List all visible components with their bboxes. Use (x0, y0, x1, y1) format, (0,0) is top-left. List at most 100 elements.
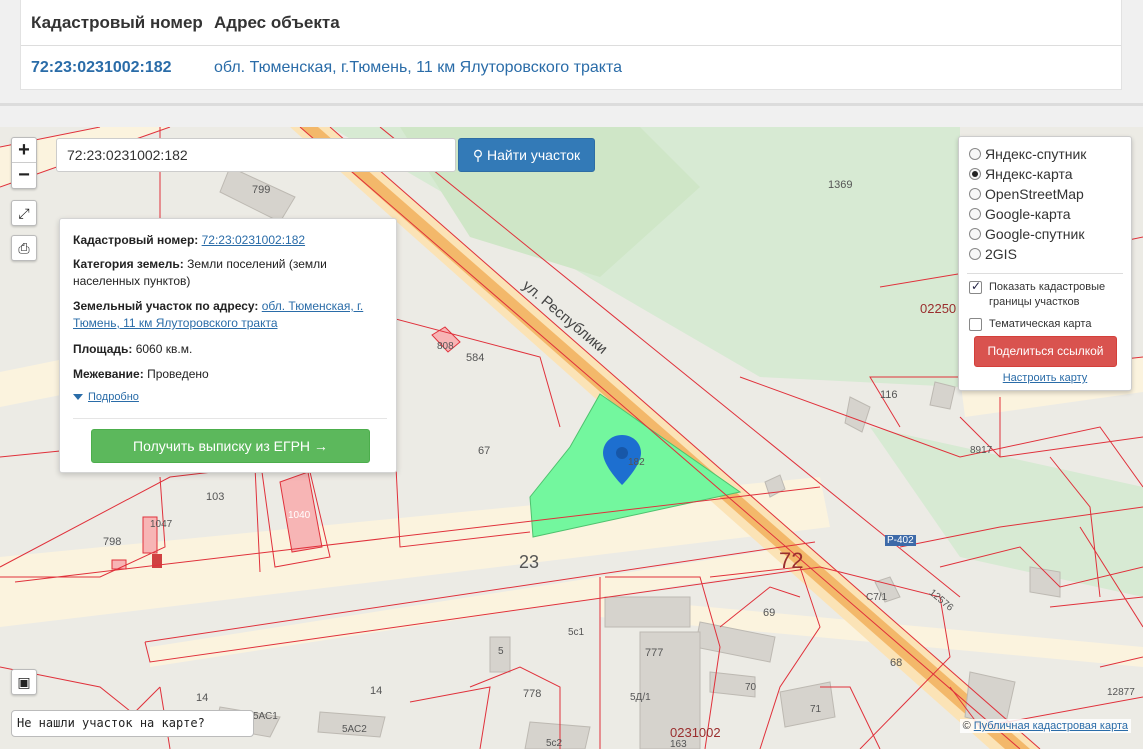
pin-label: 182 (628, 457, 645, 468)
zoom-out-button[interactable]: − (12, 163, 36, 188)
details-link[interactable]: Подробно (73, 391, 139, 403)
layer-label: Google-спутник (985, 226, 1085, 242)
map-label: 5АС1 (253, 711, 278, 722)
get-egrn-extract-button[interactable]: Получить выписку из ЕГРН → (91, 429, 370, 463)
info-survey-label: Межевание: (73, 367, 144, 381)
header-cadastral-number: Кадастровый номер (31, 13, 203, 32)
configure-map-label: Настроить карту (1002, 372, 1088, 384)
map-label: 12877 (1107, 687, 1135, 698)
fullscreen-button[interactable]: ⤢ (11, 200, 37, 226)
map-label: 8917 (970, 445, 993, 456)
radio-selected-icon (969, 168, 981, 180)
map-label: 1047 (150, 519, 173, 530)
info-category-label: Категория земель: (73, 257, 184, 271)
map-attribution: © Публичная кадастровая карта (959, 719, 1131, 733)
search-input[interactable] (56, 138, 456, 172)
info-address: Земельный участок по адресу: обл. Тюменс… (73, 298, 382, 332)
map-label: 103 (206, 491, 225, 503)
not-found-button[interactable]: Не нашли участок на карте? (11, 710, 254, 737)
map-label: 808 (437, 341, 454, 352)
layer-option-yandex-satellite[interactable]: Яндекс-спутник (969, 145, 1086, 163)
layer-option-osm[interactable]: OpenStreetMap (969, 185, 1084, 203)
map-label: 777 (645, 647, 664, 659)
layers-divider (967, 273, 1123, 274)
layer-label: OpenStreetMap (985, 186, 1084, 202)
map-label: 23 (519, 552, 540, 572)
ruler-icon: ▣ (17, 674, 31, 690)
map-label: 67 (478, 445, 491, 457)
show-borders-checkbox[interactable]: Показать кадастровые границы участков (969, 279, 1119, 310)
zoom-in-button[interactable]: + (12, 138, 36, 163)
info-address-label: Земельный участок по адресу: (73, 299, 259, 313)
map-label: 163 (670, 739, 687, 749)
map-view[interactable]: 799 1369 584 808 67 103 798 1047 1040 11… (0, 127, 1143, 749)
layer-label: 2GIS (985, 246, 1017, 262)
configure-map-link[interactable]: Настроить карту (959, 372, 1131, 384)
header-divider (21, 45, 1121, 46)
info-area-label: Площадь: (73, 342, 133, 356)
ruler-button[interactable]: ▣ (11, 669, 37, 695)
map-label: 5с2 (546, 738, 563, 749)
map-label: 68 (890, 657, 903, 669)
map-label: 5 (498, 646, 504, 657)
radio-icon (969, 228, 981, 240)
result-table: Кадастровый номер Адрес объекта 72:23:02… (20, 0, 1122, 90)
map-label: 798 (103, 536, 122, 548)
checkbox-checked-icon (969, 279, 982, 294)
info-cadastral: Кадастровый номер: 72:23:0231002:182 (73, 232, 382, 249)
map-label: 69 (763, 607, 776, 619)
result-panel: Кадастровый номер Адрес объекта 72:23:02… (0, 0, 1143, 127)
row-cadastral-number-link[interactable]: 72:23:0231002:182 (31, 59, 172, 77)
layer-option-yandex-map[interactable]: Яндекс-карта (969, 165, 1072, 183)
copyright-icon: © (962, 720, 971, 732)
parcel-info-popup: Кадастровый номер: 72:23:0231002:182 Кат… (59, 218, 397, 473)
info-area-value: 6060 кв.м. (135, 342, 193, 356)
map-label: 70 (745, 682, 757, 693)
layer-label: Яндекс-карта (985, 166, 1073, 182)
expand-icon: ⤢ (18, 205, 30, 221)
public-cadastral-map-link[interactable]: Публичная кадастровая карта (974, 720, 1128, 732)
map-label: 799 (252, 184, 271, 196)
panel-divider (0, 103, 1143, 106)
radio-icon (969, 208, 981, 220)
info-survey: Межевание: Проведено (73, 366, 382, 383)
printer-icon: ⎙ (18, 240, 30, 256)
find-parcel-button[interactable]: ⚲ Найти участок (458, 138, 595, 172)
map-label: 1040 (288, 510, 311, 521)
print-button[interactable]: ⎙ (11, 235, 37, 261)
info-area: Площадь: 6060 кв.м. (73, 341, 382, 358)
layer-option-google-satellite[interactable]: Google-спутник (969, 225, 1084, 243)
map-label: 1369 (828, 179, 853, 191)
info-cadastral-label: Кадастровый номер: (73, 233, 199, 247)
map-label: 116 (880, 389, 898, 401)
layer-label: Яндекс-спутник (985, 146, 1087, 162)
info-cadastral-link[interactable]: 72:23:0231002:182 (202, 233, 305, 247)
radio-icon (969, 188, 981, 200)
layer-label: Google-карта (985, 206, 1071, 222)
header-object-address: Адрес объекта (214, 13, 340, 32)
map-label: 778 (523, 688, 542, 700)
row-address-link[interactable]: обл. Тюменская, г.Тюмень, 11 км Ялуторов… (214, 59, 622, 77)
layer-option-2gis[interactable]: 2GIS (969, 245, 1017, 263)
map-label: 584 (466, 352, 485, 364)
info-divider (73, 418, 387, 419)
share-link-button[interactable]: Поделиться ссылкой (974, 336, 1117, 367)
layer-switcher: Яндекс-спутник Яндекс-карта OpenStreetMa… (958, 136, 1132, 391)
highway-badge: Р-402 (885, 535, 916, 546)
show-borders-label: Показать кадастровые границы участков (989, 281, 1106, 308)
search-icon: ⚲ (472, 147, 484, 163)
map-label: С7/1 (866, 592, 888, 603)
info-category: Категория земель: Земли поселений (земли… (73, 256, 382, 290)
zoom-control: + − (11, 137, 37, 189)
map-label: 72 (779, 548, 804, 573)
map-label: 02250 (920, 301, 957, 316)
map-label: 71 (810, 704, 822, 715)
layer-option-google-map[interactable]: Google-карта (969, 205, 1071, 223)
map-label: 14 (196, 692, 209, 704)
thematic-map-checkbox[interactable]: Тематическая карта (969, 317, 1119, 332)
map-label: 0231002 (670, 725, 721, 740)
info-survey-value: Проведено (147, 367, 209, 381)
checkbox-icon (969, 318, 982, 331)
details-label: Подробно (88, 391, 139, 403)
map-label: 14 (370, 685, 383, 697)
